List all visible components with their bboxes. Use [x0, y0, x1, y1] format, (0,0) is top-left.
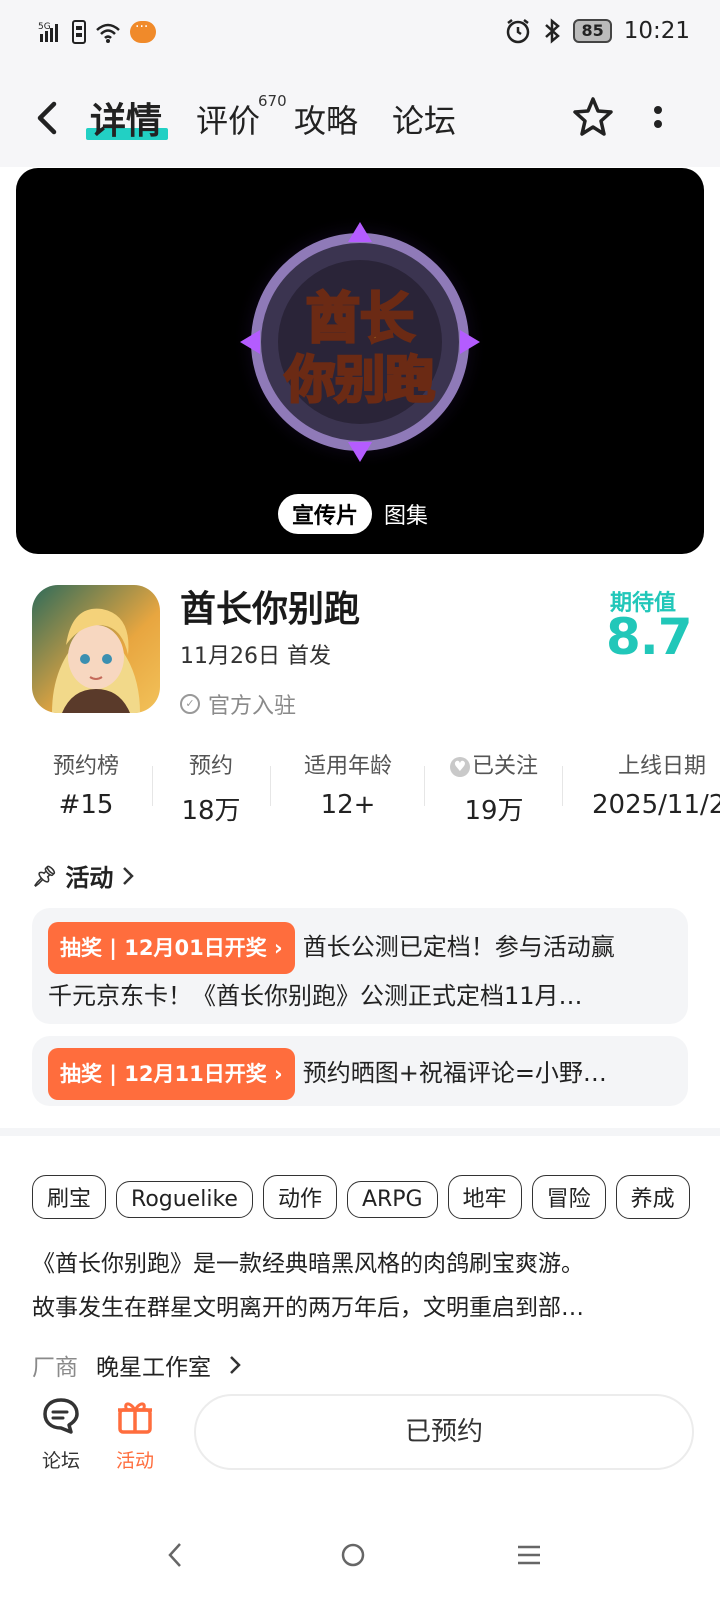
vendor-name: 晚星工作室 — [96, 1355, 211, 1381]
chevron-right-icon — [123, 866, 135, 885]
gallery-tab[interactable]: 图集 — [384, 498, 428, 530]
sim-icon — [72, 20, 86, 44]
stat-divider — [424, 766, 425, 806]
forum-button[interactable]: 论坛 — [26, 1396, 96, 1473]
stats-row: 预约榜 #15 预约 18万 适用年龄 12+ ♥ 已关注 19万 上线日期 20… — [0, 748, 720, 828]
alarm-icon — [507, 19, 530, 44]
expectation-score: 8.7 — [606, 608, 693, 666]
activity-card[interactable]: 抽奖 | 12月01日开奖 › 酋长公测已定档！参与活动赢 千元京东卡！《酋长你别… — [32, 908, 688, 1024]
status-left: 5G — [38, 19, 156, 44]
media-banner[interactable]: 酋长 你别跑 宣传片 图集 — [16, 168, 704, 554]
stat-divider — [270, 766, 271, 806]
more-dot-icon — [654, 106, 662, 114]
tab-details[interactable]: 详情 — [90, 92, 162, 144]
activity-card[interactable]: 抽奖 | 12月11日开奖 › 预约晒图+祝福评论=小野… — [32, 1036, 688, 1106]
tab-forum[interactable]: 论坛 — [392, 96, 456, 142]
gift-icon — [118, 1402, 152, 1434]
official-badge: ✓ 官方入驻 — [180, 688, 296, 720]
system-menu-icon[interactable] — [516, 1540, 542, 1570]
reserved-button[interactable]: 已预约 — [194, 1394, 694, 1470]
tag-item[interactable]: 养成 — [615, 1175, 690, 1219]
signal-icon: 5G — [38, 22, 58, 42]
star-icon — [573, 97, 613, 136]
stat-rank[interactable]: 预约榜 #15 — [50, 748, 122, 820]
tag-list: 刷宝 Roguelike 动作 ARPG 地牢 冒险 养成 — [32, 1175, 720, 1219]
stat-followers: ♥ 已关注 19万 — [444, 748, 544, 827]
wifi-icon — [96, 23, 120, 43]
clock: 10:21 — [623, 18, 690, 44]
stat-age-rating[interactable]: 适用年龄 12+ — [300, 748, 396, 820]
media-switcher: 宣传片 图集 — [278, 494, 428, 534]
tag-item[interactable]: 地牢 — [447, 1175, 522, 1219]
tab-guides[interactable]: 攻略 — [294, 96, 358, 142]
back-button[interactable] — [32, 96, 72, 140]
lottery-badge: 抽奖 | 12月01日开奖 › — [48, 922, 295, 974]
app-title: 酋长你别跑 — [180, 589, 361, 630]
stat-divider — [152, 766, 153, 806]
activity-button[interactable]: 活动 — [100, 1396, 170, 1473]
tag-item[interactable]: 动作 — [262, 1175, 337, 1219]
stat-reservations: 预约 18万 — [181, 754, 241, 826]
chevron-left-icon — [37, 101, 57, 135]
lottery-badge: 抽奖 | 12月11日开奖 › — [48, 1048, 295, 1100]
system-navigation-bar — [0, 1520, 720, 1600]
heart-icon: ♥ — [449, 757, 470, 777]
chevron-right-icon — [230, 1356, 241, 1374]
svg-text:5G: 5G — [38, 22, 51, 32]
activities-header[interactable]: 📌︎ 活动 — [32, 858, 135, 893]
pin-icon: 📌︎ — [32, 863, 58, 888]
favorite-button[interactable] — [570, 94, 616, 140]
chat-bubble-icon — [43, 1398, 79, 1434]
tag-item[interactable]: 刷宝 — [32, 1175, 107, 1219]
tab-reviews[interactable]: 评价 — [196, 96, 260, 142]
logo-line1: 酋长 — [306, 287, 414, 350]
status-right: 85 10:21 — [505, 18, 690, 44]
top-nav: 详情 评价 670 攻略 论坛 — [0, 72, 720, 167]
review-count: 670 — [258, 92, 287, 110]
message-notification-icon — [130, 19, 156, 43]
trailer-tab[interactable]: 宣传片 — [278, 494, 373, 534]
release-date: 11月26日 首发 — [180, 644, 331, 669]
game-description[interactable]: 《酋长你别跑》是一款经典暗黑风格的肉鸽刷宝爽游。 故事发生在群星文明离开的两万年… — [32, 1242, 682, 1330]
section-separator — [0, 1128, 720, 1136]
game-logo: 酋长 你别跑 — [232, 214, 488, 470]
tag-item[interactable]: 冒险 — [531, 1175, 606, 1219]
bluetooth-icon — [545, 18, 561, 44]
stat-launch-date: 上线日期 2025/11/2 — [592, 754, 720, 820]
vendor-row[interactable]: 厂商 晚星工作室 — [32, 1348, 241, 1382]
tag-item[interactable]: ARPG — [346, 1181, 438, 1218]
stat-divider — [562, 766, 563, 806]
status-bar: 5G 85 10:21 — [0, 0, 720, 72]
system-home-icon[interactable] — [340, 1540, 366, 1570]
bottom-action-bar: 论坛 活动 已预约 — [0, 1388, 720, 1498]
tag-item[interactable]: Roguelike — [116, 1181, 253, 1218]
more-options-button[interactable] — [652, 102, 664, 132]
logo-line2: 你别跑 — [284, 351, 435, 409]
app-icon — [32, 585, 160, 713]
battery-indicator: 85 — [573, 19, 612, 43]
system-back-icon[interactable] — [166, 1540, 186, 1570]
more-dot-icon — [654, 120, 662, 128]
vendor-label: 厂商 — [32, 1355, 78, 1381]
character-portrait — [32, 585, 160, 713]
check-circle-icon: ✓ — [180, 694, 200, 714]
